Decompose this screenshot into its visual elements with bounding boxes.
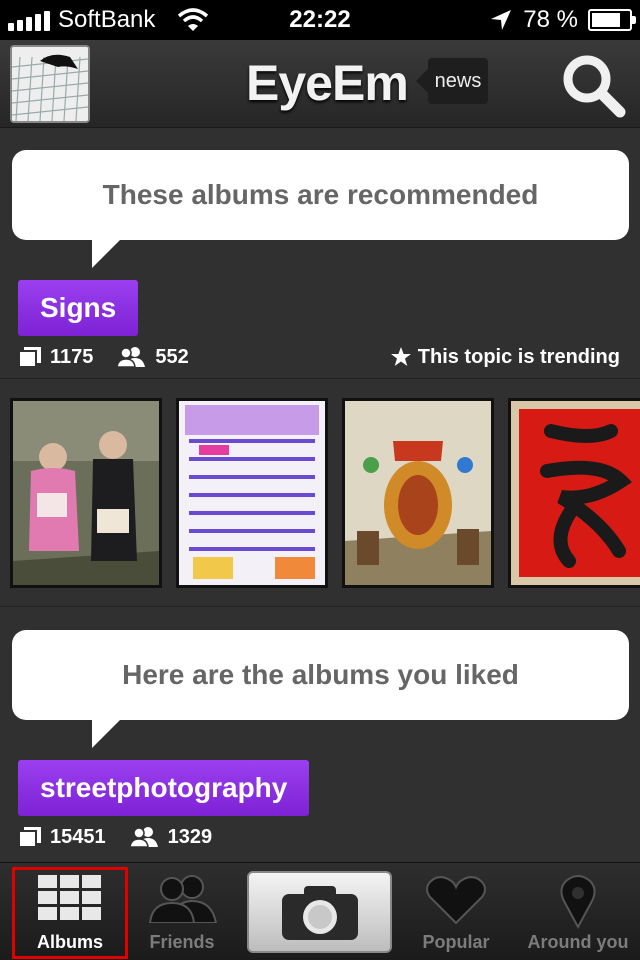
- recommended-bubble: These albums are recommended: [12, 150, 629, 268]
- thumbnail-image: [511, 401, 640, 585]
- photo-thumbnail[interactable]: [508, 398, 640, 588]
- status-bar: SoftBank 22:22 78 %: [0, 0, 640, 40]
- divider: [0, 378, 640, 379]
- tab-label: Albums: [36, 932, 103, 952]
- followers-icon: [128, 827, 158, 848]
- tab-friends[interactable]: Friends: [122, 863, 242, 960]
- camera-icon: [281, 886, 358, 940]
- trending-badge: This topic is trending: [390, 346, 620, 369]
- search-icon[interactable]: [560, 52, 626, 118]
- location-arrow-icon: [491, 10, 512, 30]
- battery-percent: 78 %: [523, 6, 578, 33]
- photo-thumbnail[interactable]: [176, 398, 328, 588]
- thumbnail-image: [179, 401, 325, 585]
- album-stats: 15451 1329: [18, 822, 620, 852]
- tab-label: Popular: [422, 932, 490, 952]
- album-stats: 1175 552 This topic is trending: [18, 342, 620, 372]
- follower-count: 1329: [167, 825, 213, 848]
- photo-count: 15451: [50, 825, 106, 848]
- tab-popular[interactable]: Popular: [396, 863, 516, 960]
- thumbnail-image: [345, 401, 491, 585]
- followers-icon: [116, 347, 146, 368]
- star-icon: [390, 347, 411, 366]
- tab-around-you[interactable]: Around you: [518, 863, 638, 960]
- liked-bubble: Here are the albums you liked: [12, 630, 629, 748]
- album-photo-strip[interactable]: [10, 398, 640, 588]
- avatar-image: [12, 47, 88, 121]
- tab-bar: Albums Friends Popular Around you: [0, 862, 640, 960]
- photo-thumbnail[interactable]: [10, 398, 162, 588]
- battery-icon: [588, 9, 636, 31]
- people-icon: [148, 875, 218, 923]
- camera-button[interactable]: [247, 871, 392, 953]
- album-tag-streetphotography[interactable]: streetphotography: [18, 760, 310, 816]
- app-logo: EyeEm: [246, 55, 409, 111]
- navigation-bar: EyeEm news: [0, 40, 640, 128]
- photo-thumbnail[interactable]: [342, 398, 494, 588]
- user-avatar[interactable]: [10, 45, 90, 123]
- map-pin-icon: [560, 875, 596, 929]
- follower-count: 552: [155, 345, 189, 368]
- grid-icon: [38, 875, 101, 920]
- photos-icon: [18, 827, 41, 848]
- photo-count: 1175: [50, 345, 94, 368]
- divider: [0, 606, 640, 607]
- album-tag-signs[interactable]: Signs: [18, 280, 139, 336]
- tab-label: Around you: [527, 932, 629, 952]
- trending-text: This topic is trending: [417, 345, 620, 368]
- tab-albums[interactable]: Albums: [10, 863, 130, 960]
- thumbnail-image: [13, 401, 159, 585]
- news-button[interactable]: news: [416, 58, 488, 104]
- heart-icon: [426, 876, 486, 925]
- tab-label: Friends: [149, 932, 215, 952]
- photos-icon: [18, 347, 41, 368]
